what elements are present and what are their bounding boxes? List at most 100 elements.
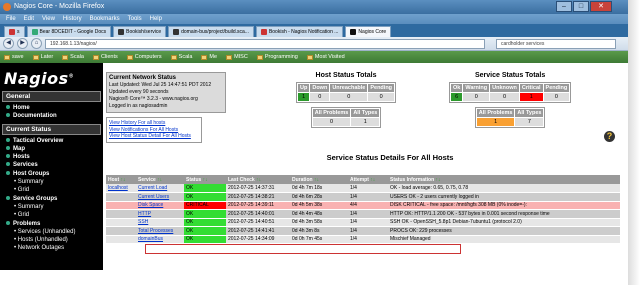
cell-service[interactable]: Total Processes <box>136 226 184 236</box>
sort-arrows-icon[interactable]: ↑↓ <box>434 177 441 183</box>
sidebar-item[interactable]: Services <box>6 161 103 169</box>
sidebar-item[interactable]: • Hosts (Unhandled) <box>6 236 103 244</box>
cell-service[interactable]: Current Users <box>136 192 184 202</box>
bookmark-item[interactable]: Me <box>201 54 217 60</box>
forward-icon[interactable]: ▶ <box>17 38 28 49</box>
cell-host[interactable] <box>106 218 136 227</box>
browser-tab[interactable]: domain-bus/project/build.sca... <box>168 26 254 37</box>
totals-all-value[interactable]: 1 <box>476 118 515 126</box>
totals-header[interactable]: Critical <box>519 84 543 92</box>
totals-header[interactable]: Unknown <box>490 84 519 92</box>
menu-item-3[interactable]: History <box>63 14 82 24</box>
sidebar-item[interactable]: • Services (Unhandled) <box>6 228 103 236</box>
column-header[interactable]: Status Information ↑↓ <box>388 175 620 184</box>
menu-item-2[interactable]: View <box>42 14 55 24</box>
cell-host[interactable] <box>106 201 136 210</box>
totals-value[interactable]: 1 <box>298 93 310 101</box>
cell-service[interactable]: domainBus <box>136 235 184 244</box>
search-input[interactable]: cardholder services <box>496 38 616 49</box>
sidebar-item[interactable]: • Grid <box>6 211 103 219</box>
sort-arrows-icon[interactable]: ↑↓ <box>369 177 375 183</box>
menu-item-0[interactable]: File <box>6 14 16 24</box>
totals-all-header[interactable]: All Types <box>515 109 544 117</box>
totals-all-header[interactable]: All Types <box>351 109 380 117</box>
sort-arrows-icon[interactable]: ↑↓ <box>156 177 162 183</box>
totals-header[interactable]: Unreachable <box>330 84 368 92</box>
totals-value[interactable]: 6 <box>451 93 463 101</box>
cell-service[interactable]: HTTP <box>136 209 184 219</box>
browser-tab[interactable]: s <box>4 26 25 37</box>
bookmark-item[interactable]: Scala <box>170 54 192 60</box>
bookmark-item[interactable]: Later <box>32 54 53 60</box>
bookmark-item[interactable]: MISC <box>226 54 248 60</box>
totals-value[interactable]: 0 <box>463 93 490 101</box>
browser-tab[interactable]: Nagios Core <box>345 26 392 37</box>
totals-all-header[interactable]: All Problems <box>476 109 515 117</box>
browser-tab[interactable]: Bookish/service <box>113 26 167 37</box>
bookmark-item[interactable]: Clients <box>92 54 118 60</box>
totals-all-value[interactable]: 0 <box>312 118 351 126</box>
maximize-button[interactable]: □ <box>573 1 589 12</box>
sidebar-item[interactable]: Home <box>6 104 103 112</box>
totals-header[interactable]: Warning <box>463 84 490 92</box>
network-link[interactable]: View Host Status Detail For All Hosts <box>109 133 199 140</box>
totals-value[interactable]: 1 <box>519 93 543 101</box>
column-header[interactable]: Duration ↑↓ <box>290 175 348 184</box>
home-icon[interactable]: ⌂ <box>31 38 42 49</box>
sidebar-item[interactable]: • Grid <box>6 186 103 194</box>
totals-value[interactable]: 0 <box>543 93 570 101</box>
back-icon[interactable]: ◀ <box>3 38 14 49</box>
column-header[interactable]: Host ↑↓ <box>106 175 136 184</box>
bookmark-item[interactable]: save <box>4 54 24 60</box>
sidebar-item[interactable]: • Summary <box>6 203 103 211</box>
totals-header[interactable]: Down <box>310 84 330 92</box>
totals-header[interactable]: Up <box>298 84 310 92</box>
sort-arrows-icon[interactable]: ↑↓ <box>119 177 126 183</box>
totals-value[interactable]: 0 <box>310 93 330 101</box>
column-header[interactable]: Service ↑↓ <box>136 175 184 184</box>
totals-header[interactable]: Ok <box>451 84 463 92</box>
sidebar-item[interactable]: Host Groups <box>6 170 103 178</box>
cell-host[interactable] <box>106 226 136 236</box>
browser-tab[interactable]: Bookish - Nagios Notification ... <box>255 26 344 37</box>
url-bar[interactable]: 192.168.1.13/nagios/ <box>45 38 485 49</box>
totals-all-value[interactable]: 1 <box>351 118 380 126</box>
bookmark-item[interactable]: Computers <box>126 54 162 60</box>
minimize-button[interactable]: – <box>556 1 572 12</box>
totals-header[interactable]: Pending <box>368 84 395 92</box>
sidebar-item[interactable]: Tactical Overview <box>6 137 103 145</box>
sidebar-item[interactable]: • Summary <box>6 178 103 186</box>
column-header[interactable]: Status ↑↓ <box>184 175 226 184</box>
browser-tab[interactable]: Bear 8DCEDIT - Google Docs <box>26 26 112 37</box>
column-header[interactable]: Attempt ↑↓ <box>348 175 388 184</box>
menu-item-5[interactable]: Tools <box>128 14 142 24</box>
cell-service[interactable]: SSH <box>136 218 184 227</box>
cell-host[interactable] <box>106 235 136 244</box>
cell-host[interactable]: localhost <box>106 184 136 193</box>
sort-arrows-icon[interactable]: ↑↓ <box>201 177 208 183</box>
cell-service[interactable]: Current Load <box>136 184 184 193</box>
cell-service[interactable]: Disk Space <box>136 201 184 210</box>
totals-value[interactable]: 0 <box>330 93 368 101</box>
cell-host[interactable] <box>106 192 136 202</box>
cell-host[interactable] <box>106 209 136 219</box>
sidebar-item[interactable]: Problems <box>6 220 103 228</box>
sidebar-item[interactable]: Hosts <box>6 153 103 161</box>
sidebar-item[interactable]: • Network Outages <box>6 244 103 252</box>
totals-header[interactable]: Pending <box>543 84 570 92</box>
sidebar-item[interactable]: Documentation <box>6 112 103 120</box>
column-header[interactable]: Last Check ↑↓ <box>226 175 290 184</box>
totals-value[interactable]: 0 <box>368 93 395 101</box>
totals-all-value[interactable]: 7 <box>515 118 544 126</box>
menu-item-1[interactable]: Edit <box>24 14 34 24</box>
totals-all-header[interactable]: All Problems <box>312 109 351 117</box>
bookmark-item[interactable]: Most Visited <box>306 54 345 60</box>
sort-arrows-icon[interactable]: ↑↓ <box>255 177 261 183</box>
sidebar-item[interactable]: Map <box>6 145 103 153</box>
bookmark-item[interactable]: Scala <box>62 54 84 60</box>
menu-item-6[interactable]: Help <box>150 14 162 24</box>
bookmark-item[interactable]: Programming <box>256 54 298 60</box>
close-button[interactable]: ✕ <box>590 1 612 12</box>
sidebar-item[interactable]: Service Groups <box>6 195 103 203</box>
sort-arrows-icon[interactable]: ↑↓ <box>313 177 319 183</box>
